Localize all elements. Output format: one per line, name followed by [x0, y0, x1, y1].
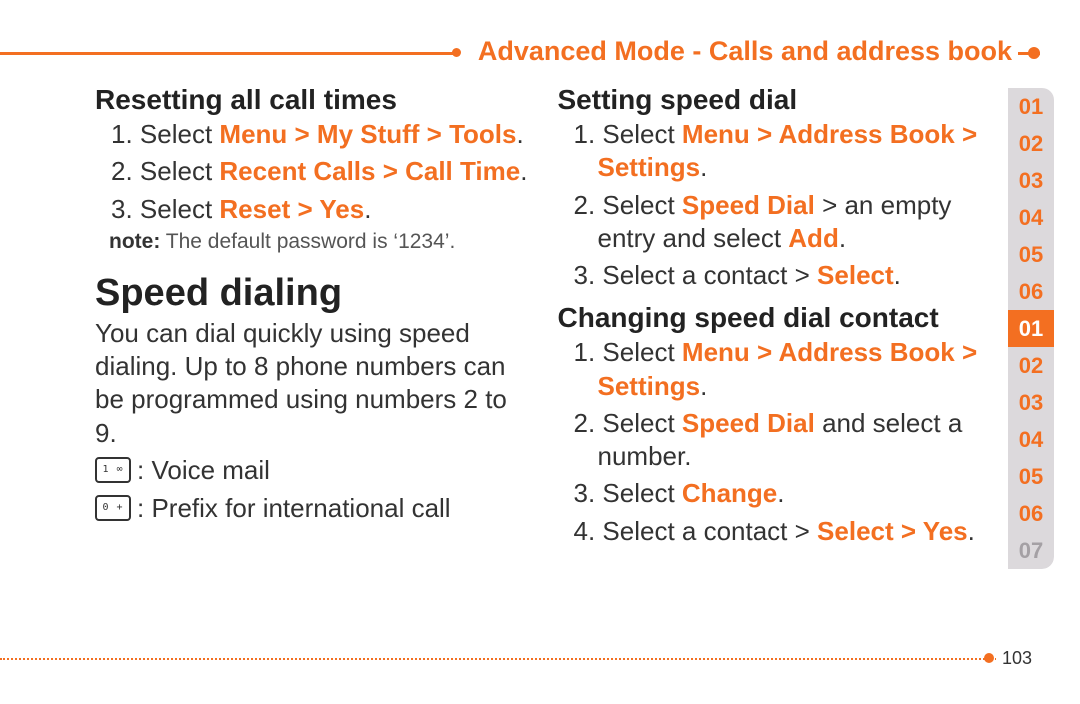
- tab-upper: 04: [1008, 199, 1054, 236]
- step-text: 3. Select a contact >: [574, 260, 818, 290]
- key-desc: : Voice mail: [137, 452, 270, 488]
- step-item: 3. Select a contact > Select.: [574, 259, 991, 292]
- steps-set-speed-dial: 1. Select Menu > Address Book > Settings…: [558, 118, 991, 292]
- tab-lower: 04: [1008, 421, 1054, 458]
- step-text: .: [894, 260, 901, 290]
- footer-rule: [0, 658, 1040, 660]
- menu-path: Recent Calls > Call Time: [219, 156, 520, 186]
- note-text: The default password is ‘1234’.: [160, 230, 455, 253]
- step-text: 2. Select: [111, 156, 219, 186]
- header-bullet-icon: [452, 48, 461, 57]
- menu-path: Reset > Yes: [219, 194, 364, 224]
- step-text: 1. Select: [111, 119, 219, 149]
- tab-lower: 05: [1008, 458, 1054, 495]
- step-text: 2. Select: [574, 190, 682, 220]
- tab-upper: 05: [1008, 236, 1054, 273]
- step-item: 1. Select Menu > My Stuff > Tools.: [111, 118, 528, 151]
- step-text: .: [700, 152, 707, 182]
- page-number: 103: [996, 648, 1040, 669]
- key-international: 0 + : Prefix for international call: [95, 490, 528, 526]
- key-desc: : Prefix for international call: [137, 490, 451, 526]
- tab-lower: 02: [1008, 347, 1054, 384]
- menu-path: Change: [682, 478, 777, 508]
- menu-path: Add: [788, 223, 839, 253]
- heading-speed-dialing: Speed dialing: [95, 272, 528, 315]
- step-text: 2. Select: [574, 408, 682, 438]
- step-text: .: [517, 119, 524, 149]
- content-columns: Resetting all call times 1. Select Menu …: [95, 80, 990, 634]
- left-column: Resetting all call times 1. Select Menu …: [95, 80, 528, 634]
- tab-lower: 07: [1008, 532, 1054, 569]
- right-column: Setting speed dial 1. Select Menu > Addr…: [558, 80, 991, 634]
- menu-path: Menu > My Stuff > Tools: [219, 119, 516, 149]
- step-text: 3. Select: [111, 194, 219, 224]
- chapter-title: Advanced Mode - Calls and address book: [456, 36, 1018, 67]
- step-text: 1. Select: [574, 337, 682, 367]
- step-item: 4. Select a contact > Select > Yes.: [574, 515, 991, 548]
- tab-upper: 03: [1008, 162, 1054, 199]
- menu-path: Select: [817, 260, 894, 290]
- footer-dot-icon: [984, 653, 994, 663]
- keycap-0-icon: 0 +: [95, 495, 131, 521]
- step-text: 1. Select: [574, 119, 682, 149]
- section-tabs: 01 02 03 04 05 06 01 02 03 04 05 06 07: [1008, 88, 1054, 569]
- step-text: .: [700, 371, 707, 401]
- step-text: .: [839, 223, 846, 253]
- steps-change-speed-dial: 1. Select Menu > Address Book > Settings…: [558, 336, 991, 548]
- menu-path: Speed Dial: [682, 408, 815, 438]
- step-text: .: [968, 516, 975, 546]
- tab-lower-active: 01: [1008, 310, 1054, 347]
- page-header: Advanced Mode - Calls and address book: [0, 40, 1040, 72]
- heading-reset-call-times: Resetting all call times: [95, 84, 528, 116]
- note-default-password: note: The default password is ‘1234’.: [109, 230, 528, 254]
- step-text: 3. Select: [574, 478, 682, 508]
- menu-path: Speed Dial: [682, 190, 815, 220]
- menu-path: Select > Yes: [817, 516, 968, 546]
- header-end-dot-icon: [1028, 47, 1040, 59]
- chapter-title-text: Advanced Mode - Calls and address book: [478, 36, 1012, 66]
- tab-lower: 03: [1008, 384, 1054, 421]
- step-item: 3. Select Change.: [574, 477, 991, 510]
- step-item: 3. Select Reset > Yes.: [111, 193, 528, 226]
- step-item: 2. Select Speed Dial > an empty entry an…: [574, 189, 991, 256]
- steps-reset-call-times: 1. Select Menu > My Stuff > Tools. 2. Se…: [95, 118, 528, 226]
- step-text: .: [364, 194, 371, 224]
- keycap-1-icon: 1 ∞: [95, 457, 131, 483]
- step-text: .: [520, 156, 527, 186]
- step-item: 1. Select Menu > Address Book > Settings…: [574, 336, 991, 403]
- tab-upper: 06: [1008, 273, 1054, 310]
- tab-lower: 06: [1008, 495, 1054, 532]
- step-text: 4. Select a contact >: [574, 516, 818, 546]
- tab-upper: 01: [1008, 88, 1054, 125]
- step-item: 1. Select Menu > Address Book > Settings…: [574, 118, 991, 185]
- heading-changing-speed-dial: Changing speed dial contact: [558, 302, 991, 334]
- page-footer: 103: [0, 650, 1040, 670]
- step-text: .: [777, 478, 784, 508]
- step-item: 2. Select Recent Calls > Call Time.: [111, 155, 528, 188]
- heading-setting-speed-dial: Setting speed dial: [558, 84, 991, 116]
- speed-dial-description: You can dial quickly using speed dialing…: [95, 317, 528, 450]
- step-item: 2. Select Speed Dial and select a number…: [574, 407, 991, 474]
- note-label: note:: [109, 230, 160, 253]
- tab-upper: 02: [1008, 125, 1054, 162]
- key-voicemail: 1 ∞ : Voice mail: [95, 452, 528, 488]
